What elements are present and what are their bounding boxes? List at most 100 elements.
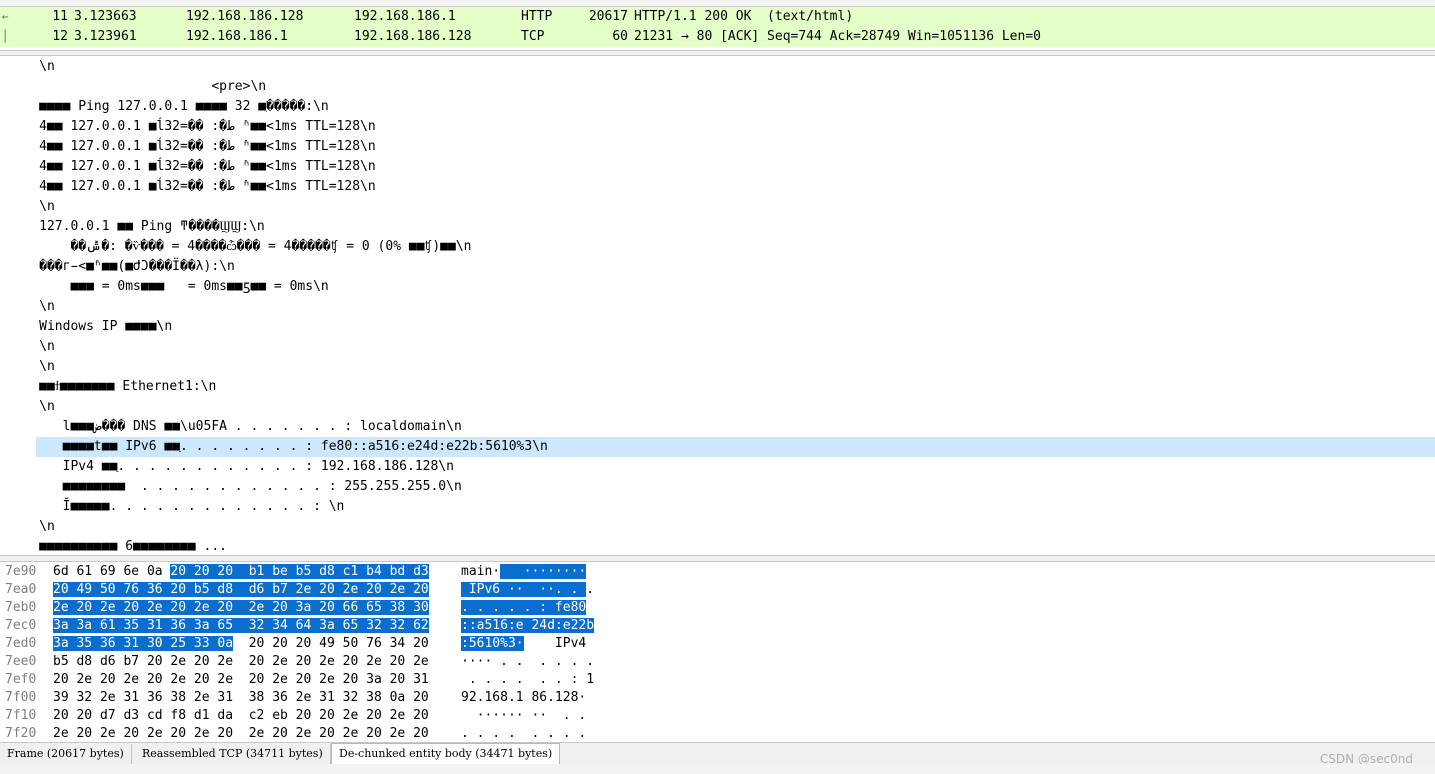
body-line[interactable]: \n <box>0 357 1435 377</box>
hex-row[interactable]: 7f00 39 32 2e 31 36 38 2e 31 38 36 2e 31 … <box>0 689 1435 707</box>
hex-ascii[interactable]: main· ········ <box>461 563 587 581</box>
hex-byte[interactable]: 25 <box>170 636 187 651</box>
hex-bytes[interactable]: b5 d8 d6 b7 20 2e 20 2e 20 2e 20 2e 20 2… <box>53 653 429 671</box>
hex-byte[interactable]: 20 <box>249 636 265 651</box>
hex-byte[interactable]: 20 <box>249 672 265 687</box>
hex-byte[interactable]: 2e <box>272 654 288 669</box>
hex-byte[interactable]: 62 <box>413 618 429 633</box>
hex-byte[interactable]: 32 <box>366 618 382 633</box>
hex-byte[interactable]: 20 <box>76 708 92 723</box>
hex-byte[interactable]: b5 <box>193 582 210 597</box>
hex-byte[interactable]: eb <box>272 708 288 723</box>
hex-byte[interactable]: 20 <box>217 564 234 579</box>
hex-byte[interactable]: 20 <box>366 726 382 741</box>
hex-bytes[interactable]: 39 32 2e 31 36 38 2e 31 38 36 2e 31 32 3… <box>53 689 429 707</box>
body-line[interactable]: 4■■ 127.0.0.1 ■ĺ32=�� :�ط ʱ■■<1ms TTL=12… <box>0 157 1435 177</box>
hex-byte[interactable]: d7 <box>100 708 116 723</box>
body-line[interactable]: l■■■ض��� DNS ■■\u05FA . . . . . . . : lo… <box>0 417 1435 437</box>
body-line[interactable]: ■■■■ Ping 127.0.0.1 ■■■■ 32 ■ֽ�����:\n <box>0 97 1435 117</box>
hex-byte[interactable]: 2e <box>146 600 163 615</box>
hex-byte[interactable]: 20 <box>53 582 69 597</box>
hex-byte[interactable]: d6 <box>100 654 116 669</box>
hex-byte[interactable]: d1 <box>194 708 210 723</box>
hex-byte[interactable]: 66 <box>342 600 359 615</box>
hex-byte[interactable]: 2e <box>390 726 406 741</box>
hex-byte[interactable]: 2e <box>343 726 359 741</box>
packet-bytes-pane[interactable]: 7e90 6d 61 69 6e 0a 20 20 20 b1 be b5 d8 … <box>0 562 1435 742</box>
hex-byte[interactable]: 36 <box>99 636 116 651</box>
hex-byte[interactable]: 20 <box>296 654 312 669</box>
hex-byte[interactable]: b7 <box>272 582 288 597</box>
hex-bytes[interactable]: 20 20 d7 d3 cd f8 d1 da c2 eb 20 20 2e 2… <box>53 707 429 725</box>
hex-byte[interactable]: 20 <box>366 582 382 597</box>
hex-ascii[interactable]: :5610%3· IPv4 <box>461 635 586 653</box>
body-line[interactable]: ■■■■■■■■ . . . . . . . . . . . . : 255.2… <box>0 477 1435 497</box>
hex-byte[interactable]: 20 <box>193 564 210 579</box>
hex-byte[interactable]: 20 <box>170 582 187 597</box>
hex-byte[interactable]: 36 <box>170 618 187 633</box>
hex-byte[interactable]: 2e <box>248 600 265 615</box>
hex-byte[interactable]: 2e <box>100 726 116 741</box>
hex-byte[interactable]: 0a <box>390 690 406 705</box>
hex-byte[interactable]: 2e <box>123 672 139 687</box>
bytes-tab[interactable]: De-chunked entity body (34471 bytes) <box>331 743 561 765</box>
body-line[interactable]: ��ݰ�: �ѷ��� = 4����ѽ��� = 4�����ʧ = 0 (0… <box>0 237 1435 257</box>
hex-byte[interactable]: 61 <box>76 564 92 579</box>
hex-byte[interactable]: 2e <box>319 654 335 669</box>
hex-byte[interactable]: d6 <box>248 582 265 597</box>
hex-byte[interactable]: 2e <box>194 690 210 705</box>
hex-byte[interactable]: 20 <box>194 654 210 669</box>
hex-byte[interactable]: 35 <box>123 618 140 633</box>
body-line[interactable]: Windows IP ■■■■\n <box>0 317 1435 337</box>
hex-byte[interactable]: 20 <box>319 600 335 615</box>
hex-row[interactable]: 7ec0 3a 3a 61 35 31 36 3a 65 32 34 64 3a … <box>0 617 1435 635</box>
hex-byte[interactable]: 38 <box>170 690 186 705</box>
hex-ascii[interactable]: ······ ·· . . <box>461 707 587 725</box>
hex-byte[interactable]: 38 <box>366 690 382 705</box>
hex-byte[interactable]: 30 <box>146 636 163 651</box>
packet-row[interactable]: ← 11 3.123663 192.168.186.128 192.168.186.1 H… <box>0 7 1435 27</box>
pane-splitter[interactable] <box>0 555 1435 562</box>
hex-byte[interactable]: 2e <box>217 672 233 687</box>
hex-bytes[interactable]: 6d 61 69 6e 0a 20 20 20 b1 be b5 d8 c1 b… <box>53 563 429 581</box>
hex-byte[interactable]: b1 <box>248 564 265 579</box>
hex-ascii[interactable]: IPv6 ·· ··. . . <box>461 581 594 599</box>
hex-byte[interactable]: 61 <box>99 618 116 633</box>
hex-byte[interactable]: 38 <box>249 690 265 705</box>
hex-byte[interactable]: 34 <box>390 636 406 651</box>
hex-byte[interactable]: 3a <box>295 600 312 615</box>
hex-byte[interactable]: 50 <box>99 582 116 597</box>
hex-bytes[interactable]: 20 2e 20 2e 20 2e 20 2e 20 2e 20 2e 20 3… <box>53 671 429 689</box>
hex-row[interactable]: 7ee0 b5 d8 d6 b7 20 2e 20 2e 20 2e 20 2e … <box>0 653 1435 671</box>
hex-ascii[interactable]: ···· . . . . . . <box>461 653 594 671</box>
hex-row[interactable]: 7f20 2e 20 2e 20 2e 20 2e 20 2e 20 2e 20 … <box>0 725 1435 742</box>
hex-byte[interactable]: 31 <box>319 690 335 705</box>
hex-byte[interactable]: 20 <box>272 636 288 651</box>
hex-byte[interactable]: 31 <box>413 672 429 687</box>
hex-bytes[interactable]: 3a 35 36 31 30 25 33 0a 20 20 20 49 50 7… <box>53 635 429 653</box>
hex-byte[interactable]: be <box>272 564 288 579</box>
hex-byte[interactable]: 2e <box>170 672 186 687</box>
hex-byte[interactable]: 31 <box>123 690 139 705</box>
hex-row[interactable]: 7f10 20 20 d7 d3 cd f8 d1 da c2 eb 20 20 … <box>0 707 1435 725</box>
hex-byte[interactable]: 20 <box>296 672 312 687</box>
hex-byte[interactable]: 20 <box>147 654 163 669</box>
hex-byte[interactable]: 20 <box>76 726 92 741</box>
body-line-selected[interactable]: ■■■■t■■ IPv6 ■■ַ. . . . . . . . : fe80::… <box>36 437 1435 457</box>
hex-byte[interactable]: 20 <box>390 672 406 687</box>
hex-row[interactable]: 7ed0 3a 35 36 31 30 25 33 0a 20 20 20 49 … <box>0 635 1435 653</box>
packet-row[interactable]: │ 12 3.123961 192.168.186.1 192.168.186.128 T… <box>0 27 1435 47</box>
hex-ascii[interactable]: ::a516:e 24d:e22b <box>461 617 595 635</box>
body-line[interactable]: 4■■ 127.0.0.1 ■ĺ32=�� :�ط ʱ■■<1ms TTL=12… <box>0 177 1435 197</box>
hex-byte[interactable]: 2e <box>413 654 429 669</box>
hex-ascii[interactable]: . . . . . . : 1 <box>461 671 594 689</box>
hex-bytes[interactable]: 2e 20 2e 20 2e 20 2e 20 2e 20 3a 20 66 6… <box>53 599 429 617</box>
hex-byte[interactable]: 3a <box>76 618 93 633</box>
hex-byte[interactable]: 20 <box>170 726 186 741</box>
hex-byte[interactable]: 20 <box>217 600 234 615</box>
hex-byte[interactable]: 36 <box>147 690 163 705</box>
hex-byte[interactable]: 20 <box>413 726 429 741</box>
hex-bytes[interactable]: 2e 20 2e 20 2e 20 2e 20 2e 20 2e 20 2e 2… <box>53 725 429 742</box>
body-line[interactable]: \n <box>0 197 1435 217</box>
hex-byte[interactable]: 20 <box>53 708 69 723</box>
